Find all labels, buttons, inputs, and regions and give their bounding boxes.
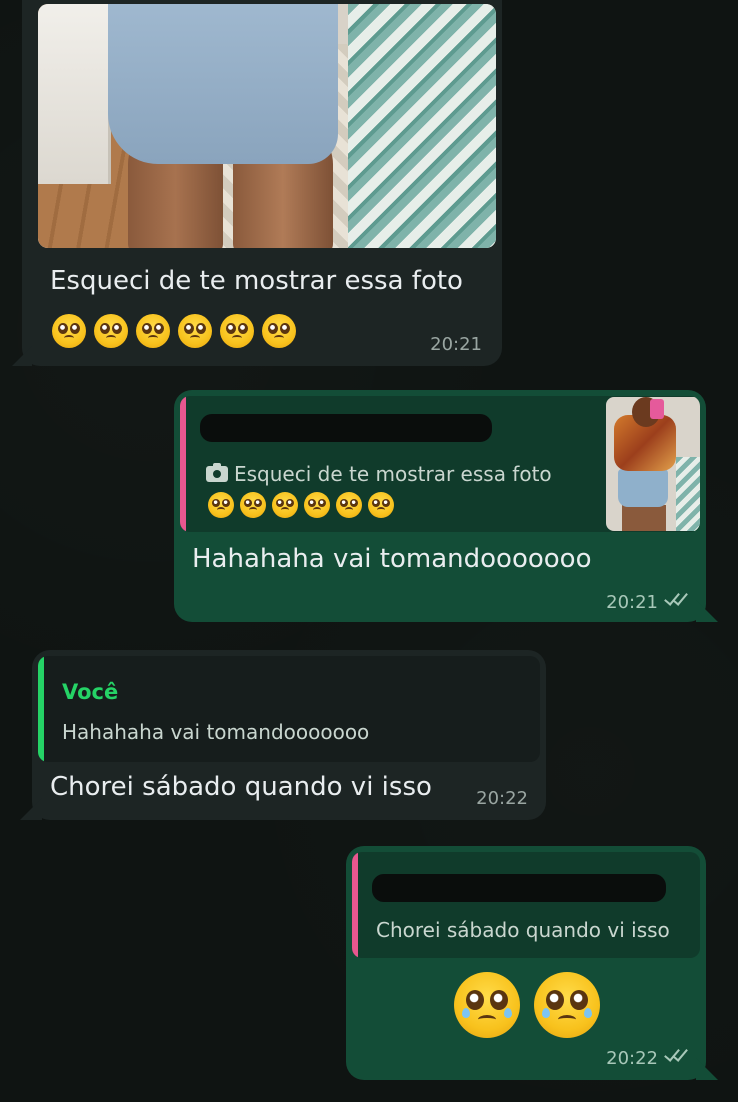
pleading-face-emoji	[272, 492, 298, 518]
chat-area[interactable]: Esqueci de te mostrar essa foto 20:21 Es…	[0, 0, 738, 1102]
quote-text: Chorei sábado quando vi isso	[376, 918, 670, 942]
read-receipt-icon	[664, 1050, 688, 1064]
photo-bedspread	[348, 4, 496, 248]
outgoing-emoji-reply-message[interactable]: Chorei sábado quando vi isso 20:22	[346, 846, 718, 1080]
quote-emoji-row	[208, 492, 400, 518]
quoted-message[interactable]: Esqueci de te mostrar essa foto	[180, 396, 700, 532]
quote-bar	[180, 396, 186, 532]
thumb-phone	[650, 399, 664, 419]
message-text: Chorei sábado quando vi isso	[50, 772, 432, 802]
message-time-row: 20:21	[606, 592, 688, 613]
quoted-message[interactable]: Chorei sábado quando vi isso	[352, 852, 700, 958]
pleading-face-emoji	[262, 314, 296, 348]
pleading-face-emoji	[52, 314, 86, 348]
pleading-face-emoji	[368, 492, 394, 518]
quote-bar	[38, 656, 44, 762]
message-time: 20:22	[476, 788, 528, 809]
quote-text: Esqueci de te mostrar essa foto	[234, 462, 552, 486]
thumb-legs	[622, 505, 666, 531]
pleading-face-emoji	[240, 492, 266, 518]
message-time: 20:21	[430, 334, 482, 355]
bubble-tail	[20, 798, 42, 820]
incoming-photo-message[interactable]: Esqueci de te mostrar essa foto 20:21	[12, 0, 502, 366]
photo-cabinet	[38, 4, 111, 184]
bubble-tail	[696, 600, 718, 622]
thumb-bed	[676, 457, 700, 531]
bubble-tail	[12, 346, 32, 366]
redacted-author	[200, 414, 492, 442]
camera-icon	[206, 463, 228, 482]
pleading-face-emoji	[136, 314, 170, 348]
pleading-face-emoji	[178, 314, 212, 348]
pleading-face-emoji	[336, 492, 362, 518]
quote-bar	[352, 852, 358, 958]
message-text: Hahahaha vai tomandooooooo	[192, 544, 592, 574]
emoji-row	[52, 314, 304, 348]
quote-text: Hahahaha vai tomandooooooo	[62, 720, 370, 744]
incoming-reply-message[interactable]: Você Hahahaha vai tomandooooooo Chorei s…	[20, 650, 546, 820]
big-emoji-row	[454, 972, 614, 1038]
photo-skirt	[108, 4, 338, 164]
message-time: 20:22	[606, 1048, 658, 1069]
outgoing-reply-message[interactable]: Esqueci de te mostrar essa foto Hahahaha…	[174, 390, 718, 622]
pleading-face-emoji	[534, 972, 600, 1038]
quote-thumbnail[interactable]	[606, 397, 700, 531]
pleading-face-emoji	[208, 492, 234, 518]
pleading-face-emoji	[304, 492, 330, 518]
pleading-face-emoji	[94, 314, 128, 348]
bubble-tail	[696, 1058, 718, 1080]
pleading-face-emoji	[220, 314, 254, 348]
quoted-message[interactable]: Você Hahahaha vai tomandooooooo	[38, 656, 540, 762]
message-time: 20:21	[606, 592, 658, 613]
quote-text-line: Esqueci de te mostrar essa foto	[206, 462, 552, 486]
quote-author: Você	[62, 680, 119, 704]
read-receipt-icon	[664, 594, 688, 608]
message-time-row: 20:22	[606, 1048, 688, 1069]
message-text: Esqueci de te mostrar essa foto	[50, 266, 463, 296]
thumb-skirt	[618, 469, 668, 507]
redacted-author	[372, 874, 666, 902]
message-photo[interactable]	[38, 4, 496, 248]
pleading-face-emoji	[454, 972, 520, 1038]
